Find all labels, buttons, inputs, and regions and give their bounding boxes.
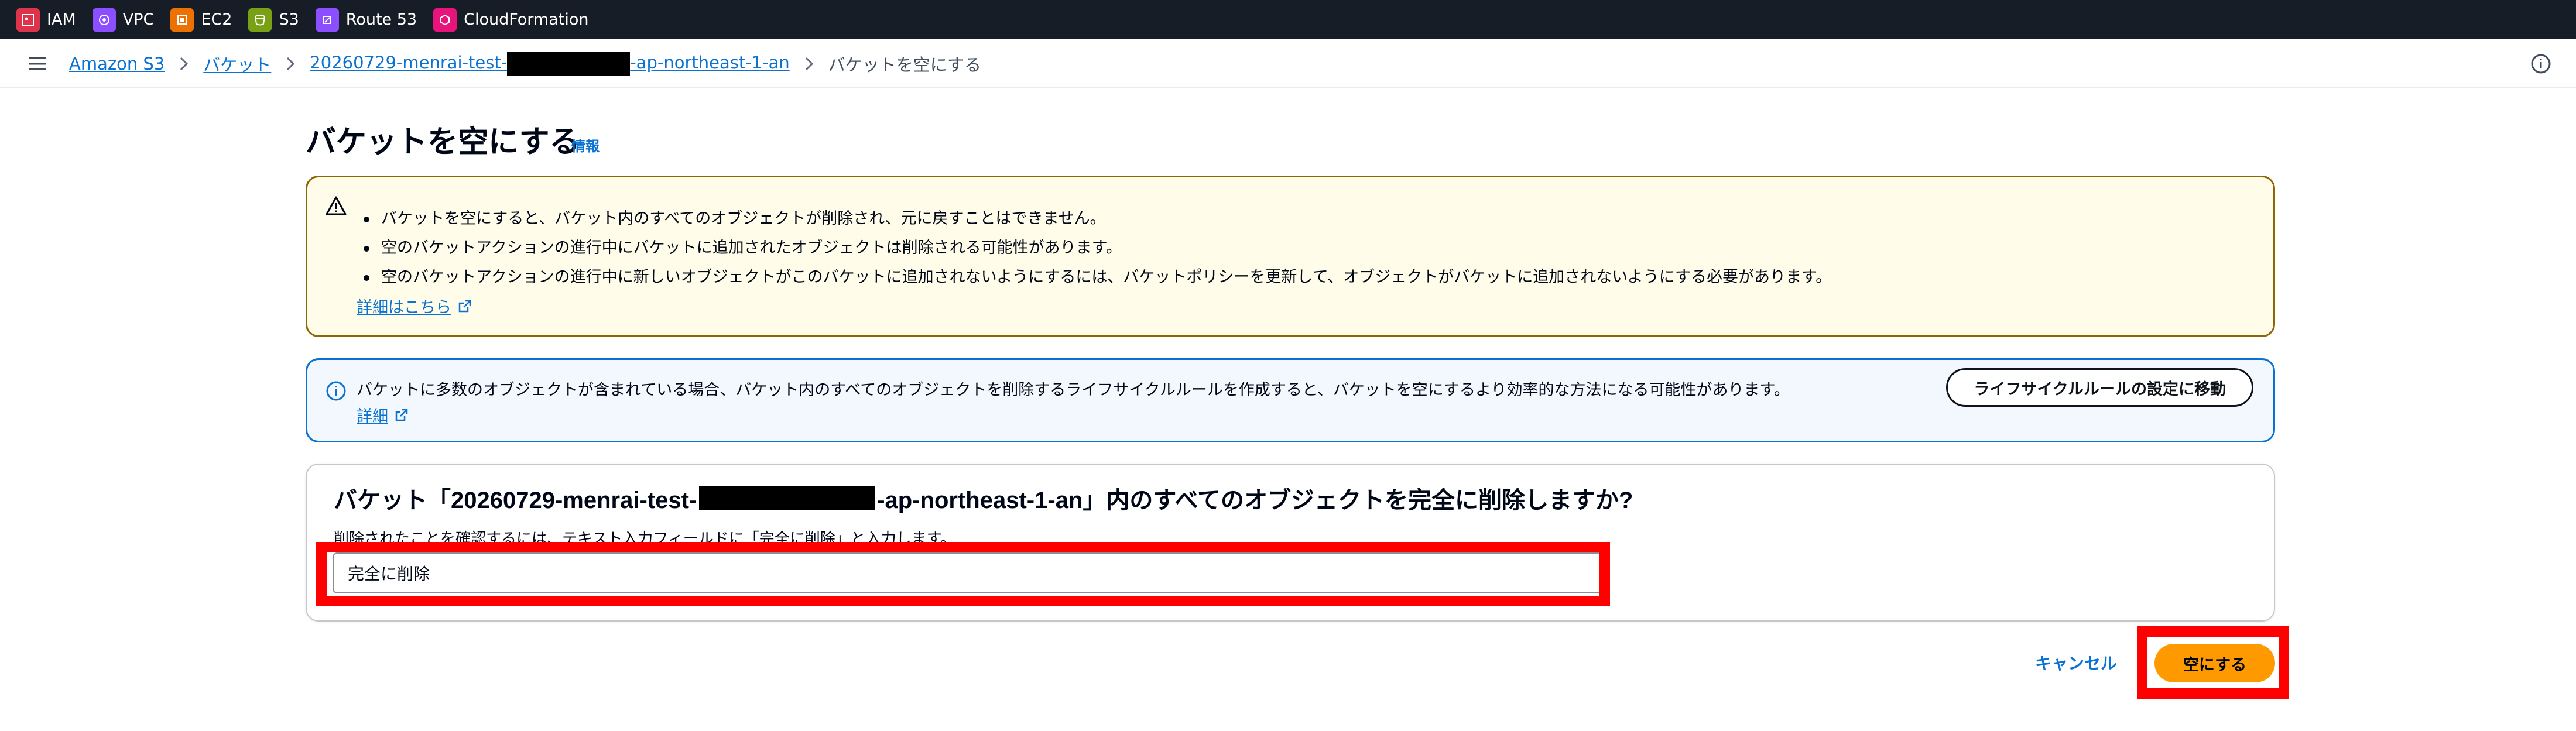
ec2-icon [170, 8, 194, 32]
warning-icon [326, 196, 347, 215]
warning-item: バケットを空にすると、バケット内のすべてのオブジェクトが削除され、元に戻すことは… [360, 204, 1831, 234]
breadcrumb: Amazon S3 バケット 20260729-menrai-test- -ap-… [69, 39, 981, 88]
s3-icon [248, 8, 272, 32]
service-label: EC2 [201, 11, 232, 29]
service-label: Route 53 [345, 11, 417, 29]
vpc-icon [92, 8, 116, 32]
warning-alert: バケットを空にすると、バケット内のすべてのオブジェクトが削除され、元に戻すことは… [306, 176, 2275, 337]
learn-more-link[interactable]: 詳細はこちら [357, 294, 472, 317]
service-iam[interactable]: IAM [16, 0, 76, 39]
lifecycle-rule-button[interactable]: ライフサイクルルールの設定に移動 [1946, 368, 2253, 407]
external-link-icon [458, 300, 471, 312]
confirm-question: バケット「20260729-menrai-test- -ap-northeast-… [334, 481, 1633, 515]
info-circle-icon[interactable] [2529, 52, 2553, 75]
breadcrumb-bucket-name[interactable]: 20260729-menrai-test- -ap-northeast-1-an [310, 52, 790, 76]
service-label: VPC [122, 11, 155, 29]
service-cloudformation[interactable]: CloudFormation [433, 0, 589, 39]
confirm-question-prefix: バケット「20260729-menrai-test- [334, 488, 697, 513]
chevron-right-icon [179, 56, 189, 72]
service-label: CloudFormation [464, 11, 589, 29]
breadcrumb-bar: Amazon S3 バケット 20260729-menrai-test- -ap-… [0, 39, 2576, 88]
service-route53[interactable]: Route 53 [315, 0, 417, 39]
service-ec2[interactable]: EC2 [170, 0, 232, 39]
hamburger-menu-icon[interactable] [26, 52, 49, 75]
info-link[interactable]: 情報 [571, 135, 600, 155]
chevron-right-icon [285, 56, 296, 72]
confirm-hint: 削除されたことを確認するには、テキスト入力フィールドに「完全に削除」と入力します… [334, 530, 956, 548]
cancel-button[interactable]: キャンセル [2035, 651, 2117, 674]
confirm-delete-input[interactable] [333, 552, 1606, 593]
service-s3[interactable]: S3 [248, 0, 299, 39]
service-label: IAM [47, 11, 76, 29]
bucket-name-prefix: 20260729-menrai-test- [310, 53, 508, 73]
external-link-icon [395, 409, 408, 421]
info-alert-text: バケットに多数のオブジェクトが含まれている場合、バケット内のすべてのオブジェクト… [357, 381, 1790, 399]
service-label: S3 [279, 11, 299, 29]
warning-item: 空のバケットアクションの進行中に新しいオブジェクトがこのバケットに追加されないよ… [360, 263, 1831, 292]
service-bar: IAM VPC EC2 S3 Route 53 CloudFormation [0, 0, 2576, 39]
info-icon [326, 381, 346, 401]
details-label: 詳細 [357, 407, 388, 425]
service-vpc[interactable]: VPC [92, 0, 155, 39]
chevron-right-icon [804, 56, 814, 72]
cloudformation-icon [433, 8, 457, 32]
details-link[interactable]: 詳細 [357, 403, 409, 426]
warning-item: 空のバケットアクションの進行中にバケットに追加されたオブジェクトは削除される可能… [360, 234, 1831, 263]
empty-bucket-button[interactable]: 空にする [2154, 644, 2275, 682]
breadcrumb-buckets[interactable]: バケット [203, 52, 271, 76]
route53-icon [315, 8, 339, 32]
page-title: バケットを空にする [306, 125, 580, 159]
learn-more-label: 詳細はこちら [357, 298, 451, 317]
confirm-question-suffix: -ap-northeast-1-an」内のすべてのオブジェクトを完全に削除します… [877, 488, 1633, 513]
warning-list: バケットを空にすると、バケット内のすべてのオブジェクトが削除され、元に戻すことは… [360, 204, 1831, 292]
breadcrumb-current: バケットを空にする [828, 55, 982, 75]
breadcrumb-amazon-s3[interactable]: Amazon S3 [69, 54, 165, 74]
redaction-block [507, 52, 631, 76]
info-alert: バケットに多数のオブジェクトが含まれている場合、バケット内のすべてのオブジェクト… [306, 358, 2275, 442]
confirm-panel: バケット「20260729-menrai-test- -ap-northeast-… [306, 464, 2275, 622]
iam-icon [16, 8, 40, 32]
redaction-block [699, 486, 875, 510]
bucket-name-suffix: -ap-northeast-1-an [630, 53, 790, 73]
